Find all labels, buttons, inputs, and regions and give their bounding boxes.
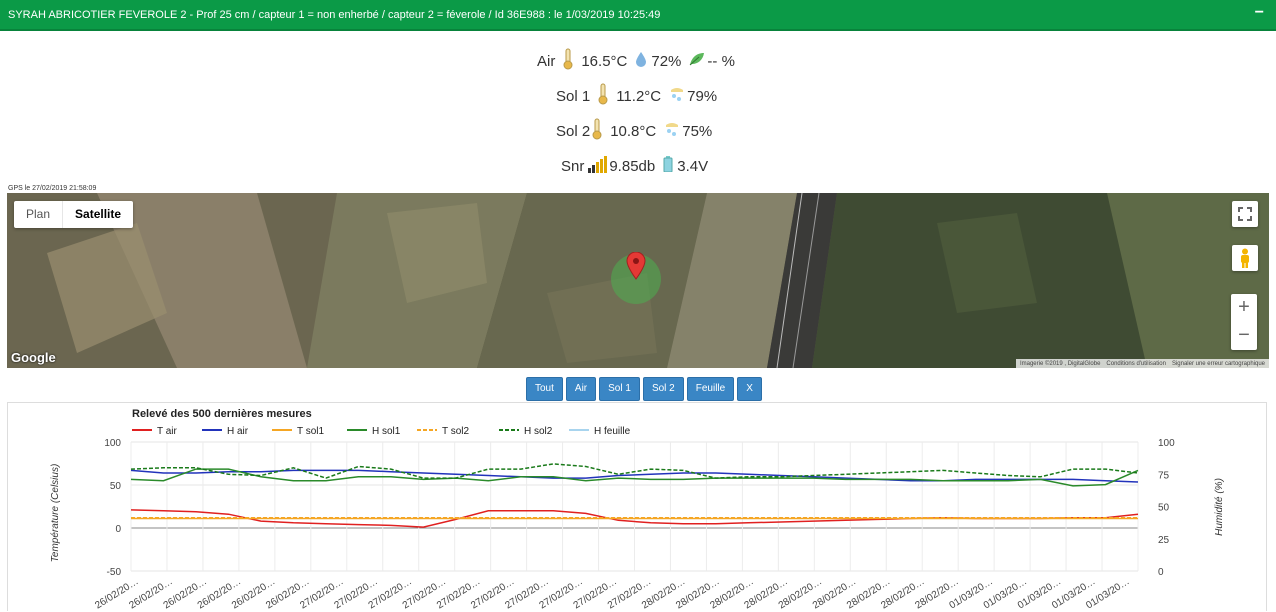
y2-tick-label: 100 (1158, 438, 1175, 449)
zoom-in-button[interactable]: + (1231, 294, 1257, 322)
legend-label: T sol2 (442, 426, 469, 437)
air-reading: Air 16.5°C 72% -- % (537, 46, 735, 76)
y-tick-label: 50 (110, 481, 122, 492)
sol1-label: Sol 1 (556, 87, 591, 105)
snr-label: Snr (561, 157, 585, 175)
location-pin-icon[interactable] (626, 252, 646, 280)
filter-feuille-button[interactable]: Feuille (686, 377, 735, 401)
legend-label: T sol1 (297, 426, 324, 437)
y2-tick-label: 0 (1158, 567, 1164, 578)
air-temp: 16.5°C (581, 52, 628, 70)
fullscreen-button[interactable] (1232, 201, 1258, 227)
satellite-imagery (7, 193, 1269, 368)
y2-axis-title: Humidité (%) (1214, 478, 1225, 536)
air-leaf-wetness: -- % (707, 52, 735, 70)
series-filter-buttons: Tout Air Sol 1 Sol 2 Feuille X (526, 377, 762, 401)
map-attribution: Imagerie ©2019 , DigitalGlobe Conditions… (1015, 359, 1269, 368)
filter-clear-button[interactable]: X (737, 377, 762, 401)
snr-value: 9.85db (609, 157, 656, 175)
chart-title: Relevé des 500 dernières mesures (132, 408, 312, 420)
sol1-humidity: 79% (687, 87, 718, 105)
sol1-temp: 11.2°C (616, 87, 662, 105)
zoom-out-button[interactable]: − (1231, 322, 1257, 350)
street-view-pegman[interactable] (1232, 245, 1258, 271)
air-label: Air (537, 52, 556, 70)
soil-moisture-icon (664, 121, 680, 141)
y2-tick-label: 25 (1158, 535, 1170, 546)
map-type-control: Plan Satellite (14, 201, 134, 228)
legend-label: H sol2 (524, 426, 553, 437)
battery-icon (663, 156, 673, 176)
zoom-control: + − (1231, 294, 1257, 350)
collapse-button[interactable]: − (1255, 4, 1264, 22)
measurements-chart: Relevé des 500 dernières mesures T air H … (7, 402, 1267, 611)
pegman-icon (1241, 248, 1249, 268)
y-tick-label: 100 (104, 438, 121, 449)
gps-timestamp: GPS le 27/02/2019 21:58:09 (8, 185, 97, 192)
sol1-reading: Sol 1 11.2°C 79% (556, 81, 717, 111)
report-error-link[interactable]: Signaler une erreur cartographique (1172, 361, 1265, 367)
legend-label: H air (227, 426, 249, 437)
water-drop-icon (635, 51, 647, 71)
device-title: SYRAH ABRICOTIER FEVEROLE 2 - Prof 25 cm… (8, 9, 661, 21)
google-logo: Google (11, 350, 56, 365)
legend-label: H feuille (594, 426, 631, 437)
filter-sol2-button[interactable]: Sol 2 (642, 377, 684, 401)
sol2-reading: Sol 2 10.8°C 75% (556, 116, 712, 146)
filter-sol1-button[interactable]: Sol 1 (599, 377, 640, 401)
sol2-humidity: 75% (682, 122, 713, 140)
air-humidity: 72% (651, 52, 682, 70)
sol2-label: Sol 2 (556, 122, 591, 140)
sol2-temp: 10.8°C (610, 122, 657, 140)
y2-tick-label: 75 (1158, 470, 1170, 481)
leaf-icon (689, 52, 705, 70)
chart-svg: Relevé des 500 dernières mesures T air H … (50, 408, 1225, 611)
y-tick-label: 0 (115, 524, 121, 535)
map-type-satellite[interactable]: Satellite (63, 201, 133, 228)
map-type-plan[interactable]: Plan (14, 201, 64, 228)
filter-air-button[interactable]: Air (565, 377, 597, 401)
device-header: SYRAH ABRICOTIER FEVEROLE 2 - Prof 25 cm… (0, 0, 1276, 31)
battery-voltage: 3.4V (677, 157, 709, 175)
soil-moisture-icon (669, 86, 685, 106)
thermometer-icon (598, 83, 608, 109)
terms-link[interactable]: Conditions d'utilisation (1106, 361, 1166, 367)
fullscreen-icon (1238, 207, 1252, 221)
thermometer-icon (563, 48, 573, 74)
legend-label: T air (157, 426, 177, 437)
y-axis-title: Température (Celsius) (50, 464, 61, 563)
y2-tick-label: 50 (1158, 503, 1170, 514)
imagery-credit: Imagerie ©2019 , DigitalGlobe (1019, 360, 1101, 367)
y-tick-label: -50 (107, 567, 122, 578)
snr-reading: Snr 9.85db 3.4V (561, 151, 708, 181)
signal-strength-icon (587, 155, 608, 177)
filter-all-button[interactable]: Tout (526, 377, 563, 401)
legend-label: H sol1 (372, 426, 401, 437)
thermometer-icon (592, 118, 602, 144)
satellite-map[interactable]: Plan Satellite + − Google Imagerie ©2019… (7, 193, 1269, 368)
